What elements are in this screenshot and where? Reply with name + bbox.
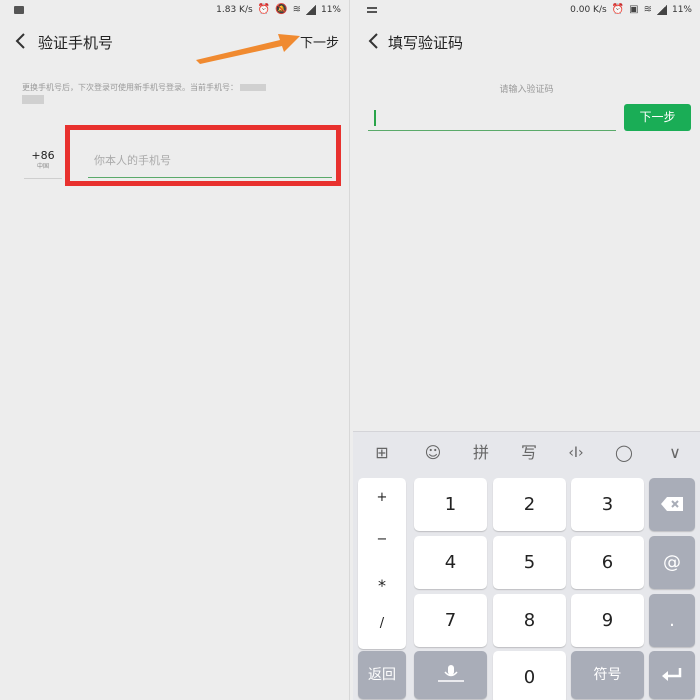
alarm-icon: ⏰ (257, 4, 271, 15)
next-step-link[interactable]: 下一步 (300, 32, 339, 51)
verification-code-input[interactable] (368, 106, 616, 131)
status-bar: 0.00 K/s ⏰ ▣ ≋ 11% (353, 0, 700, 22)
key-4[interactable]: 4 (414, 536, 487, 589)
key-9[interactable]: 9 (571, 594, 644, 647)
cursor-icon[interactable]: ‹I› (560, 441, 592, 465)
verify-phone-screen: 1.83 K/s ⏰ 🔕 ≋ 11% 验证手机号 下一步 更换手机号后，下次登录… (0, 0, 350, 700)
dot-key[interactable]: . (649, 594, 695, 647)
key-8[interactable]: 8 (493, 594, 566, 647)
network-speed: 0.00 K/s (570, 5, 607, 15)
enter-key[interactable] (649, 651, 695, 699)
hint-text: 更换手机号后，下次登录可使用新手机号登录。当前手机号： (22, 82, 340, 106)
next-step-button[interactable]: 下一步 (624, 104, 691, 131)
search-icon[interactable]: ◯ (611, 441, 637, 465)
country-code: +86 (31, 149, 55, 162)
plus-key[interactable]: + (358, 490, 406, 505)
backspace-key[interactable] (649, 478, 695, 531)
masked-phone-tail (22, 95, 44, 104)
country-code-selector[interactable]: +86 中国 (24, 143, 62, 179)
key-1[interactable]: 1 (414, 478, 487, 531)
handwrite-icon[interactable]: 写 (516, 441, 542, 465)
image-notification-icon (14, 6, 24, 14)
back-key[interactable]: 返回 (358, 651, 406, 699)
enter-icon (662, 668, 682, 681)
code-hint-label: 请输入验证码 (499, 85, 554, 95)
voice-key[interactable] (414, 651, 487, 699)
minus-key[interactable]: − (358, 532, 406, 547)
key-5[interactable]: 5 (493, 536, 566, 589)
symbols-key[interactable]: 符号 (571, 651, 644, 699)
title-bar: 填写验证码 (353, 22, 700, 62)
alarm-icon: ⏰ (611, 4, 625, 15)
storage-notification-icon (367, 7, 377, 13)
at-key[interactable]: @ (649, 536, 695, 589)
enter-code-screen: 0.00 K/s ⏰ ▣ ≋ 11% 填写验证码 请输入验证码 下一步 ⊞ ☺ … (353, 0, 700, 700)
network-speed: 1.83 K/s (216, 5, 253, 15)
highlight-box-annotation (65, 125, 341, 186)
page-title: 填写验证码 (388, 34, 464, 52)
microphone-icon (437, 665, 464, 682)
emoji-icon[interactable]: ☺ (420, 441, 446, 465)
divide-key[interactable]: / (358, 616, 406, 631)
collapse-icon[interactable]: ∨ (662, 441, 688, 465)
signal-icon (305, 5, 316, 15)
grid-icon[interactable]: ⊞ (369, 441, 395, 465)
arrow-annotation-icon (196, 34, 300, 64)
key-6[interactable]: 6 (571, 536, 644, 589)
pinyin-icon[interactable]: 拼 (468, 441, 494, 465)
battery-level: 11% (671, 5, 692, 15)
wifi-icon: ≋ (292, 4, 301, 15)
nfc-icon: ▣ (629, 4, 639, 15)
key-3[interactable]: 3 (571, 478, 644, 531)
key-0[interactable]: 0 (493, 651, 566, 700)
key-2[interactable]: 2 (493, 478, 566, 531)
page-title: 验证手机号 (38, 34, 114, 52)
battery-level: 11% (320, 5, 341, 15)
status-bar: 1.83 K/s ⏰ 🔕 ≋ 11% (0, 0, 349, 22)
numeric-keyboard: ⊞ ☺ 拼 写 ‹I› ◯ ∨ + − * / 1 2 3 4 5 6 7 8 … (353, 431, 700, 700)
mute-icon: 🔕 (275, 4, 288, 15)
back-icon[interactable] (14, 32, 28, 50)
masked-phone (240, 84, 266, 91)
symbol-column: + − * / (358, 478, 406, 649)
keyboard-toolbar: ⊞ ☺ 拼 写 ‹I› ◯ ∨ (353, 432, 700, 474)
country-name: 中国 (36, 163, 49, 170)
wifi-icon: ≋ (643, 4, 652, 15)
signal-icon (656, 5, 667, 15)
multiply-key[interactable]: * (358, 576, 406, 595)
key-7[interactable]: 7 (414, 594, 487, 647)
backspace-icon (661, 497, 683, 511)
text-caret (374, 110, 376, 126)
back-icon[interactable] (367, 32, 381, 50)
